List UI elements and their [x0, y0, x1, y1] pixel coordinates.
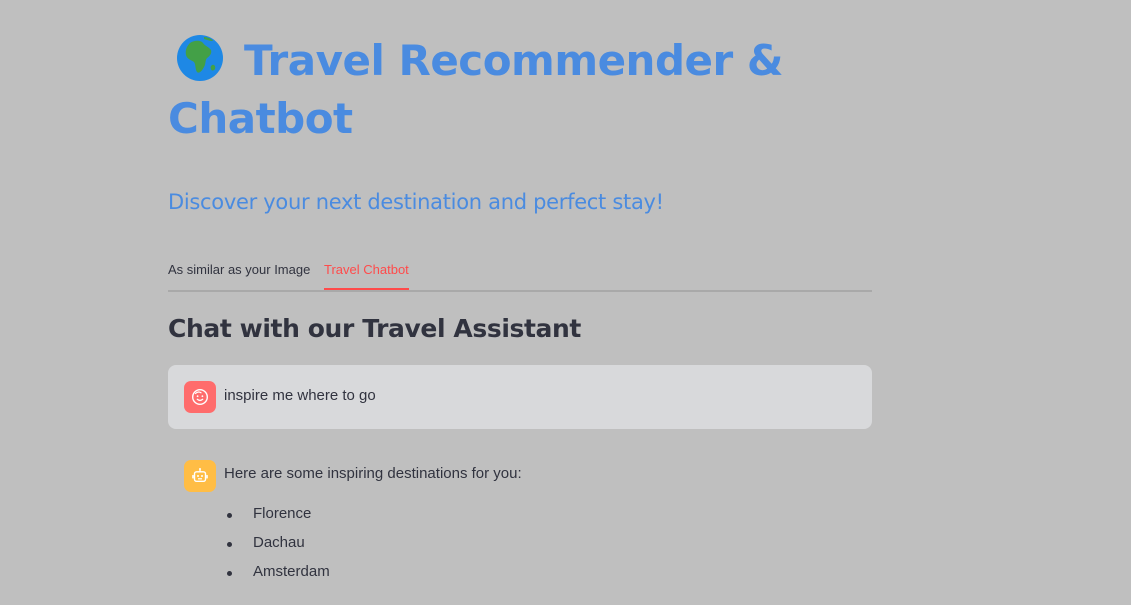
- active-tab-indicator: [324, 288, 409, 290]
- destination-list: Florence Dachau Amsterdam: [224, 505, 330, 592]
- assistant-message-text: Here are some inspiring destinations for…: [224, 465, 522, 482]
- globe-africa-icon: [177, 35, 223, 81]
- tab-travel-chatbot[interactable]: Travel Chatbot: [324, 262, 409, 277]
- user-face-icon: [191, 388, 209, 406]
- user-avatar: [184, 381, 216, 413]
- tab-bar: As similar as your Image Travel Chatbot: [168, 254, 872, 292]
- page-subtitle: Discover your next destination and perfe…: [168, 190, 664, 214]
- page-title: Travel Recommender & Chatbot: [168, 32, 872, 148]
- user-message-text: inspire me where to go: [224, 387, 376, 404]
- list-item-amsterdam: Amsterdam: [224, 563, 330, 592]
- chat-heading: Chat with our Travel Assistant: [168, 314, 581, 343]
- page-title-text: Travel Recommender & Chatbot: [168, 36, 783, 143]
- chat-message-user: inspire me where to go: [168, 365, 872, 429]
- tab-similar-image[interactable]: As similar as your Image: [168, 262, 310, 277]
- robot-icon: [192, 468, 208, 483]
- list-item-dachau: Dachau: [224, 534, 330, 563]
- list-item-florence: Florence: [224, 505, 330, 534]
- assistant-avatar: [184, 460, 216, 492]
